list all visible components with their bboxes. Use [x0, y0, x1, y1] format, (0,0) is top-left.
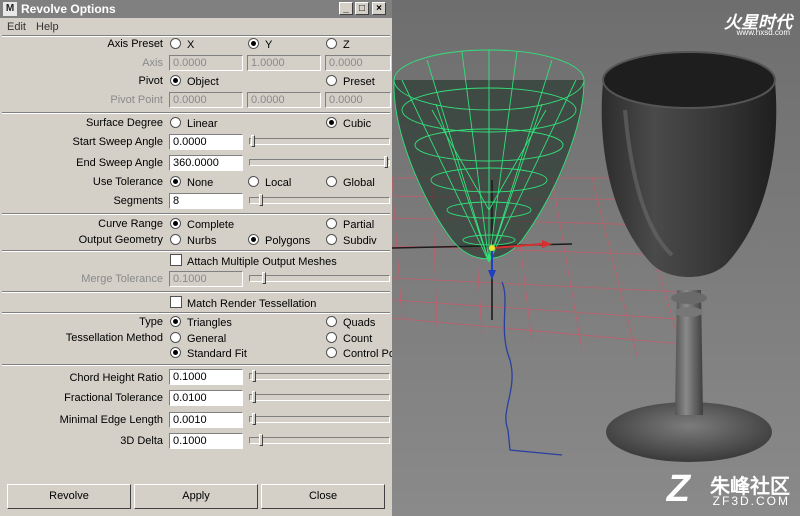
- z-logo-icon: Z: [666, 468, 690, 510]
- tess-standard-fit-radio[interactable]: Standard Fit: [170, 347, 247, 360]
- delta-3d-field[interactable]: 0.1000: [169, 433, 243, 449]
- close-window-button[interactable]: ×: [372, 2, 386, 15]
- start-sweep-slider[interactable]: [249, 138, 390, 145]
- axis-y-field[interactable]: 1.0000: [247, 55, 321, 71]
- merge-tolerance-field[interactable]: 0.1000: [169, 271, 243, 287]
- start-sweep-label: Start Sweep Angle: [72, 136, 163, 148]
- curve-range-label: Curve Range: [98, 218, 163, 230]
- chord-height-field[interactable]: 0.1000: [169, 369, 243, 385]
- fractional-tolerance-slider-thumb[interactable]: [252, 391, 257, 403]
- viewport-scene: [392, 0, 800, 516]
- maximize-button[interactable]: □: [355, 2, 369, 15]
- window-title: Revolve Options: [21, 2, 116, 16]
- divider: [2, 250, 390, 252]
- curve-range-partial-radio[interactable]: Partial: [326, 218, 374, 231]
- minimal-edge-length-label: Minimal Edge Length: [59, 414, 163, 426]
- menu-help[interactable]: Help: [36, 21, 59, 33]
- match-render-checkbox[interactable]: Match Render Tessellation: [170, 296, 316, 310]
- pivot-point-z-field[interactable]: 0.0000: [325, 92, 391, 108]
- segments-label: Segments: [113, 195, 163, 207]
- maya-app-icon: M: [3, 2, 17, 16]
- surface-degree-cubic-radio[interactable]: Cubic: [326, 117, 371, 130]
- pivot-point-y-field[interactable]: 0.0000: [247, 92, 321, 108]
- tolerance-none-radio[interactable]: None: [170, 176, 213, 189]
- start-sweep-field[interactable]: 0.0000: [169, 134, 243, 150]
- revolve-options-window: M Revolve Options _ □ × Edit Help Axis P…: [0, 0, 392, 516]
- divider: [2, 35, 390, 37]
- segments-slider[interactable]: [249, 197, 390, 204]
- watermark-url-bottom: ZF3D.COM: [712, 494, 790, 508]
- attach-multiple-checkbox[interactable]: Attach Multiple Output Meshes: [170, 254, 337, 268]
- surface-degree-label: Surface Degree: [85, 117, 163, 129]
- curve-range-complete-radio[interactable]: Complete: [170, 218, 234, 231]
- tolerance-local-radio[interactable]: Local: [248, 176, 291, 189]
- pivot-point-x-field[interactable]: 0.0000: [169, 92, 243, 108]
- axis-x-field[interactable]: 0.0000: [169, 55, 243, 71]
- divider: [2, 312, 390, 314]
- type-quads-radio[interactable]: Quads: [326, 316, 375, 329]
- divider: [2, 364, 390, 366]
- tess-control-points-radio[interactable]: Control Poi: [326, 347, 392, 360]
- output-subdiv-radio[interactable]: Subdiv: [326, 234, 377, 247]
- 3d-viewport[interactable]: 火星时代 www.hxsd.com 朱峰社区 ZF3D.COM Z: [392, 0, 800, 516]
- chord-height-slider-thumb[interactable]: [252, 370, 257, 382]
- end-sweep-label: End Sweep Angle: [76, 157, 163, 169]
- output-polygons-radio[interactable]: Polygons: [248, 234, 310, 247]
- menu-bar: Edit Help: [0, 18, 392, 36]
- minimize-button[interactable]: _: [339, 2, 353, 15]
- axis-preset-z-radio[interactable]: Z: [326, 38, 350, 51]
- tess-general-radio[interactable]: General: [170, 332, 226, 345]
- axis-preset-label: Axis Preset: [107, 38, 163, 50]
- revolve-button[interactable]: Revolve: [7, 484, 131, 509]
- menu-edit[interactable]: Edit: [7, 21, 26, 33]
- tessellation-method-label: Tessellation Method: [65, 332, 163, 344]
- segments-slider-thumb[interactable]: [258, 194, 263, 206]
- close-button[interactable]: Close: [261, 484, 385, 509]
- delta-3d-label: 3D Delta: [120, 435, 163, 447]
- segments-field[interactable]: 8: [169, 193, 243, 209]
- chord-height-label: Chord Height Ratio: [69, 372, 163, 384]
- axis-preset-y-radio[interactable]: Y: [248, 38, 272, 51]
- pivot-preset-radio[interactable]: Preset: [326, 75, 375, 88]
- tolerance-global-radio[interactable]: Global: [326, 176, 375, 189]
- output-nurbs-radio[interactable]: Nurbs: [170, 234, 216, 247]
- delta-3d-slider[interactable]: [249, 437, 390, 444]
- merge-tolerance-label: Merge Tolerance: [81, 273, 163, 285]
- pivot-object-radio[interactable]: Object: [170, 75, 219, 88]
- output-geometry-label: Output Geometry: [78, 234, 163, 246]
- chord-height-slider[interactable]: [249, 373, 390, 380]
- minimal-edge-length-slider-thumb[interactable]: [252, 413, 257, 425]
- axis-z-field[interactable]: 0.0000: [325, 55, 391, 71]
- watermark-url-top: www.hxsd.com: [736, 28, 790, 37]
- title-bar[interactable]: M Revolve Options _ □ ×: [0, 0, 392, 18]
- start-sweep-slider-thumb[interactable]: [251, 135, 255, 147]
- fractional-tolerance-field[interactable]: 0.0100: [169, 390, 243, 406]
- surface-degree-linear-radio[interactable]: Linear: [170, 117, 218, 130]
- minimal-edge-length-slider[interactable]: [249, 416, 390, 423]
- merge-tolerance-slider[interactable]: [249, 275, 390, 282]
- axis-label: Axis: [142, 57, 163, 69]
- delta-3d-slider-thumb[interactable]: [258, 434, 263, 446]
- type-triangles-radio[interactable]: Triangles: [170, 316, 232, 329]
- divider: [2, 213, 390, 215]
- divider: [2, 291, 390, 293]
- minimal-edge-length-field[interactable]: 0.0010: [169, 412, 243, 428]
- axis-preset-x-radio[interactable]: X: [170, 38, 194, 51]
- type-label: Type: [139, 316, 163, 328]
- apply-button[interactable]: Apply: [134, 484, 258, 509]
- merge-tolerance-slider-thumb[interactable]: [261, 272, 266, 284]
- end-sweep-slider[interactable]: [249, 159, 390, 166]
- use-tolerance-label: Use Tolerance: [92, 176, 163, 188]
- end-sweep-field[interactable]: 360.0000: [169, 155, 243, 171]
- tess-count-radio[interactable]: Count: [326, 332, 372, 345]
- pivot-point-label: Pivot Point: [110, 94, 163, 106]
- fractional-tolerance-label: Fractional Tolerance: [64, 392, 163, 404]
- end-sweep-slider-thumb[interactable]: [384, 156, 388, 168]
- fractional-tolerance-slider[interactable]: [249, 394, 390, 401]
- divider: [2, 112, 390, 114]
- pivot-label: Pivot: [138, 75, 163, 87]
